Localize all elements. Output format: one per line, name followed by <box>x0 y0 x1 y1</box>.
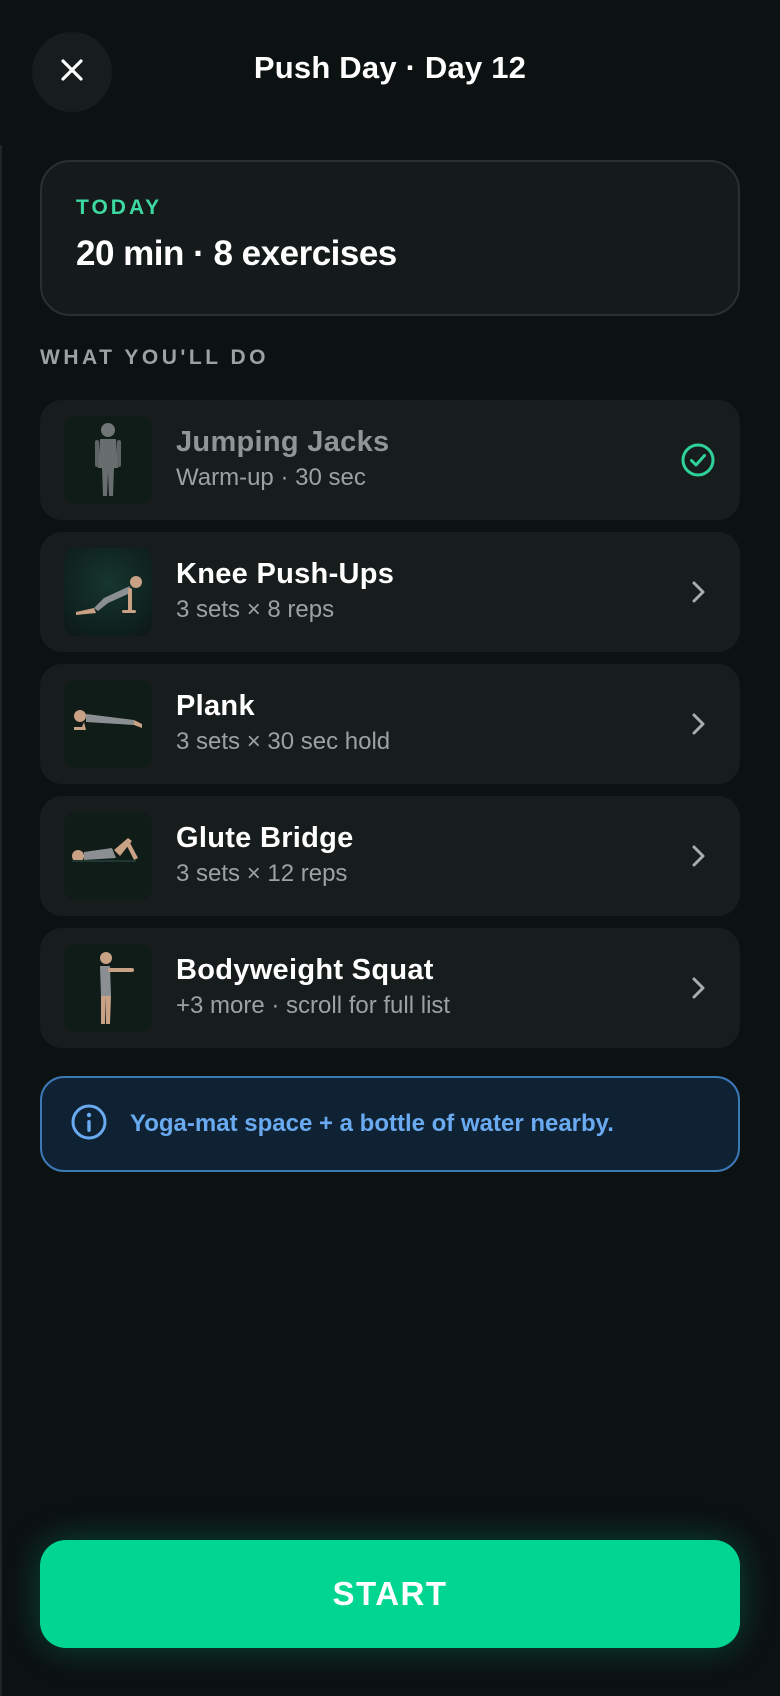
chevron-right-icon <box>680 970 716 1006</box>
exercise-row-jumping-jacks[interactable]: Jumping Jacks Warm-up · 30 sec <box>40 400 740 520</box>
summary-eyebrow: TODAY <box>76 196 163 219</box>
exercise-name: Glute Bridge <box>176 822 354 854</box>
exercise-row-bodyweight-squat[interactable]: Bodyweight Squat +3 more · scroll for fu… <box>40 928 740 1048</box>
exercise-detail: 3 sets × 30 sec hold <box>176 728 391 755</box>
chevron-right-icon <box>680 838 716 874</box>
exercise-thumbnail <box>64 944 152 1032</box>
tip-text: Yoga-mat space + a bottle of water nearb… <box>130 1110 614 1137</box>
exercise-name: Jumping Jacks <box>176 426 390 458</box>
exercise-list: Jumping Jacks Warm-up · 30 sec Knee Push… <box>40 400 740 1060</box>
exercise-name: Knee Push-Ups <box>176 558 395 590</box>
section-heading: WHAT YOU'LL DO <box>40 346 269 369</box>
summary-card: TODAY 20 min · 8 exercises <box>40 160 740 316</box>
check-circle-icon <box>680 442 716 478</box>
exercise-detail: +3 more · scroll for full list <box>176 992 451 1019</box>
start-button[interactable]: START <box>40 1540 740 1648</box>
exercise-thumbnail <box>64 680 152 768</box>
chevron-right-icon <box>680 574 716 610</box>
exercise-thumbnail <box>64 812 152 900</box>
exercise-row-knee-push-ups[interactable]: Knee Push-Ups 3 sets × 8 reps <box>40 532 740 652</box>
start-button-label: START <box>332 1575 448 1612</box>
left-divider <box>0 145 2 1696</box>
tip-banner: Yoga-mat space + a bottle of water nearb… <box>40 1076 740 1172</box>
page-title: Push Day · Day 12 <box>253 50 527 85</box>
info-icon <box>70 1103 108 1146</box>
summary-duration: 20 min · 8 exercises <box>76 234 397 273</box>
exercise-detail: 3 sets × 8 reps <box>176 596 335 623</box>
exercise-detail: 3 sets × 12 reps <box>176 860 348 887</box>
exercise-detail: Warm-up · 30 sec <box>176 464 366 491</box>
header: Push Day · Day 12 <box>0 0 780 145</box>
exercise-thumbnail <box>64 416 152 504</box>
exercise-row-plank[interactable]: Plank 3 sets × 30 sec hold <box>40 664 740 784</box>
exercise-name: Bodyweight Squat <box>176 954 434 986</box>
exercise-row-glute-bridge[interactable]: Glute Bridge 3 sets × 12 reps <box>40 796 740 916</box>
exercise-thumbnail <box>64 548 152 636</box>
exercise-name: Plank <box>176 690 255 722</box>
chevron-right-icon <box>680 706 716 742</box>
